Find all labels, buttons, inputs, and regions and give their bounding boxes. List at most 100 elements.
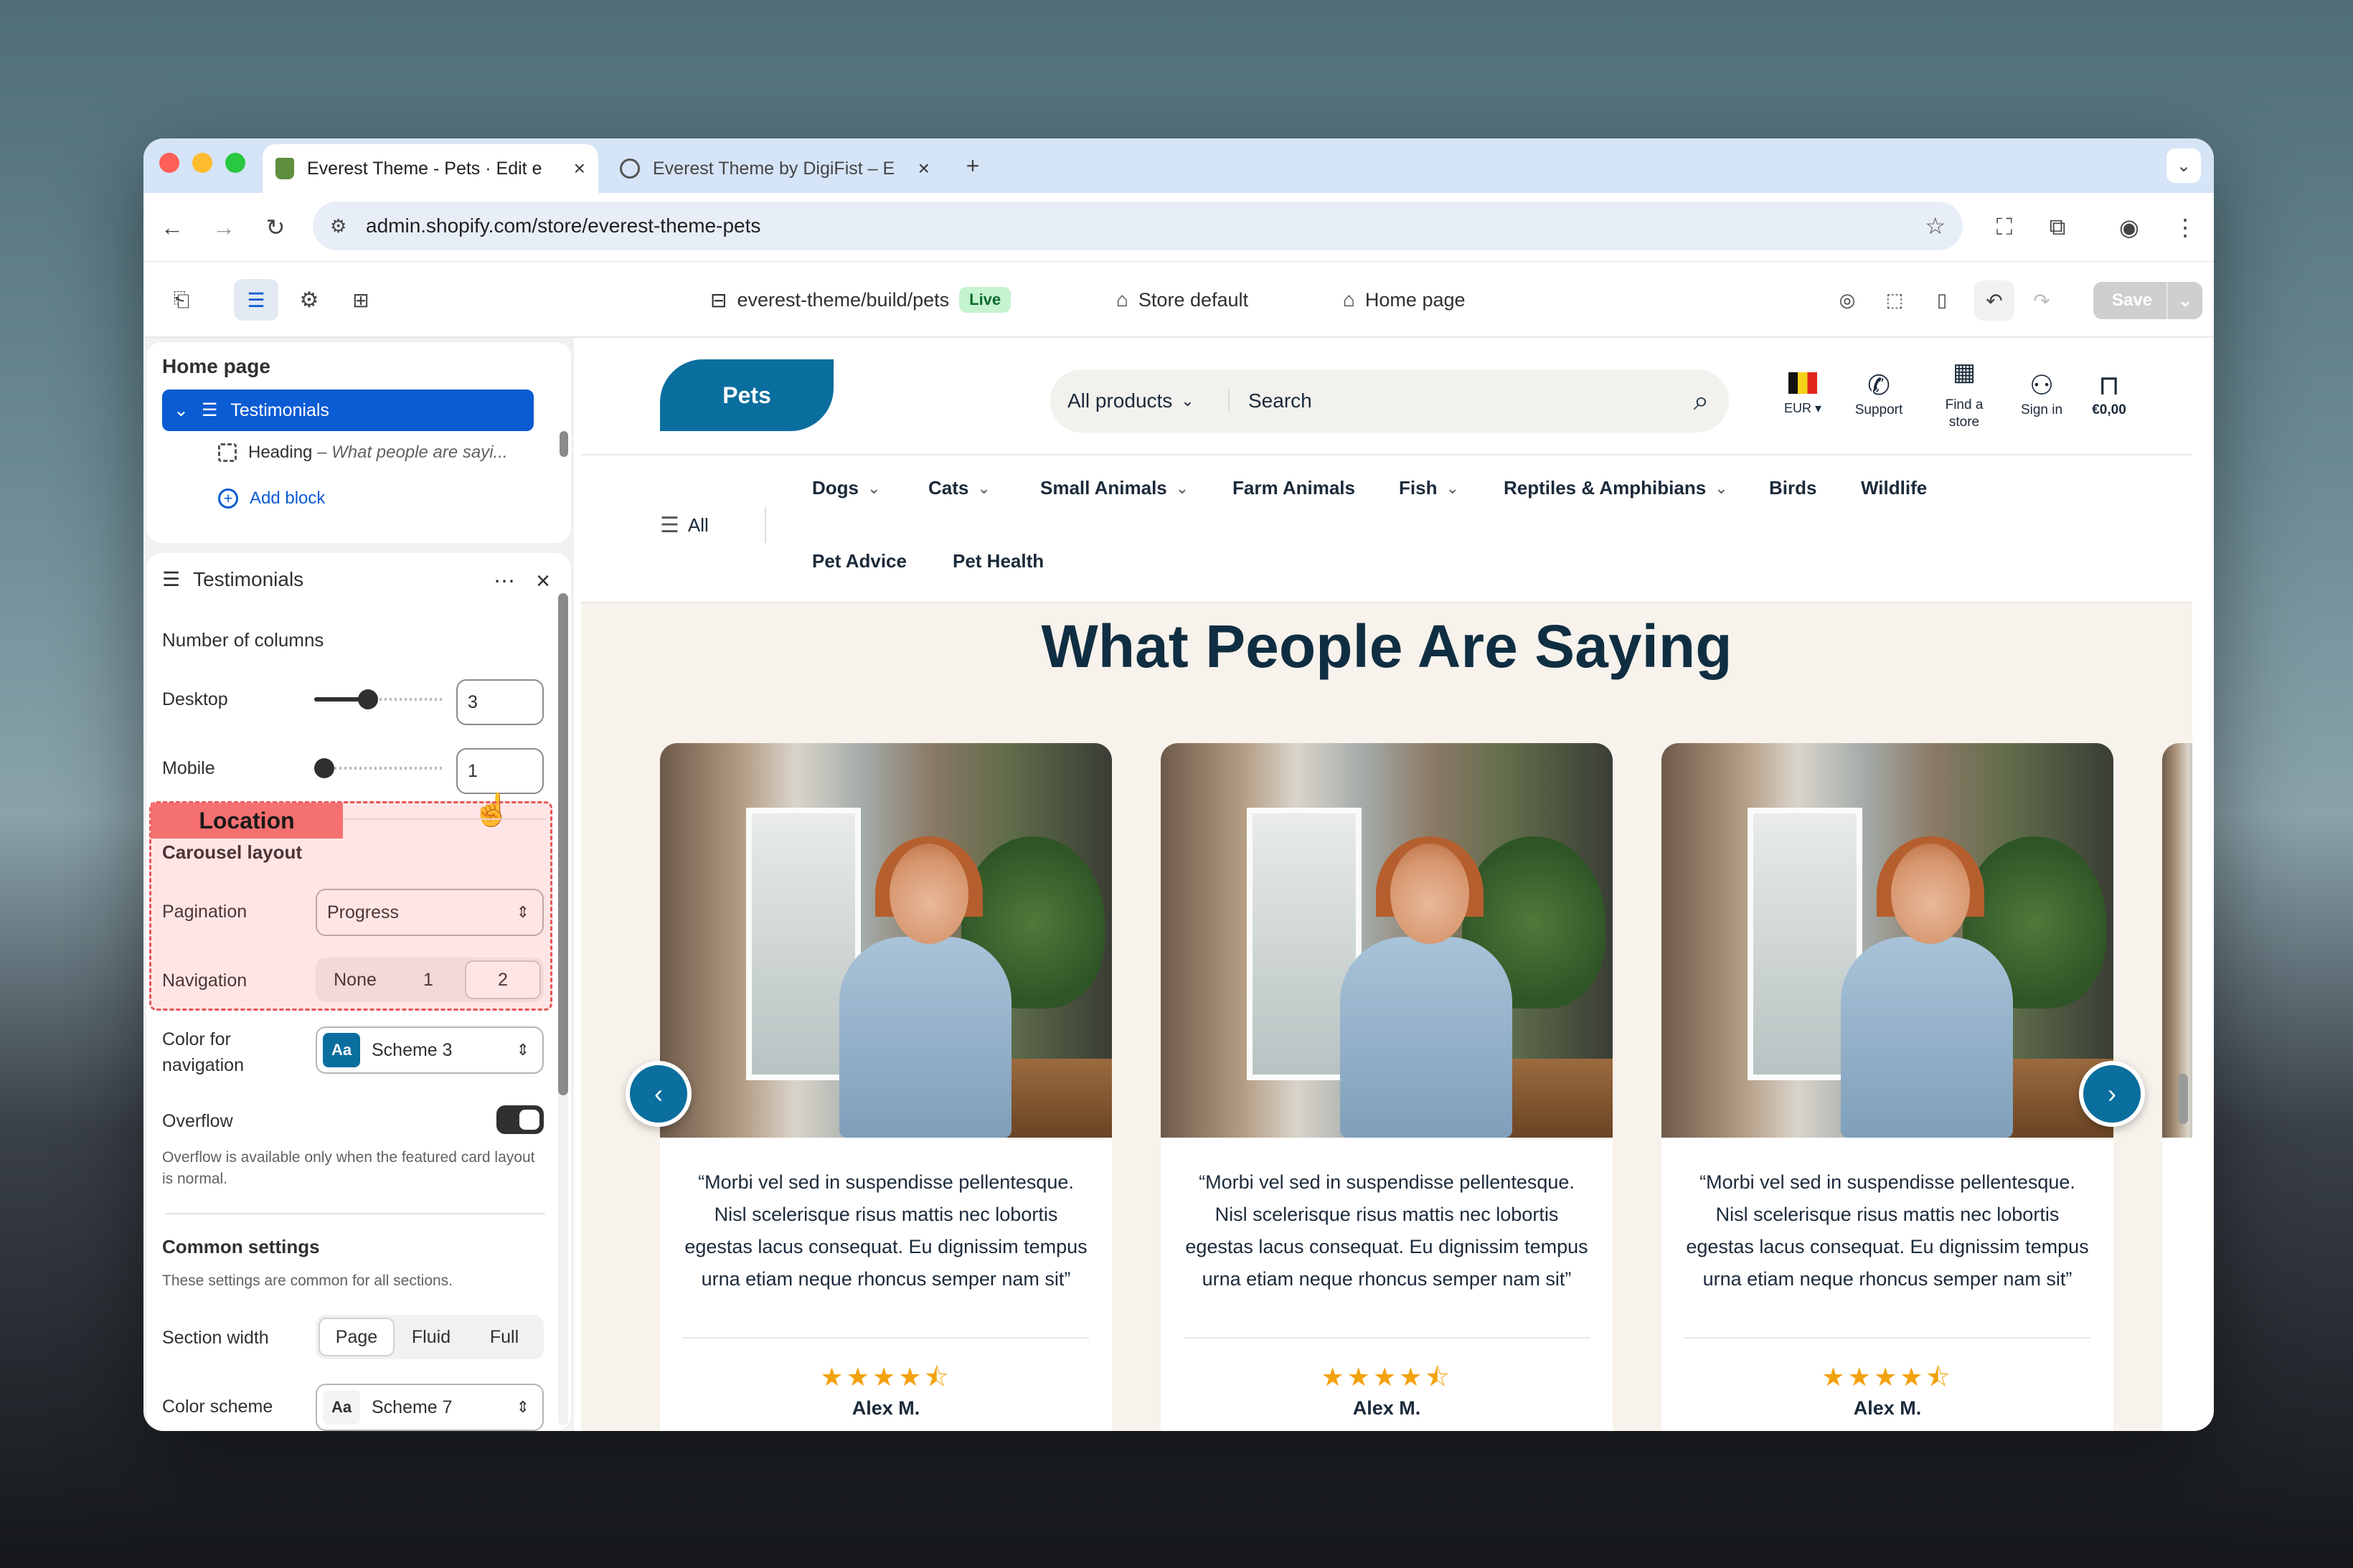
section-item-testimonials[interactable]: ⌄ ☰ Testimonials [162,389,534,431]
forward-icon[interactable]: → [204,207,244,247]
nav-wildlife[interactable]: Wildlife [1861,477,1927,499]
theme-selector[interactable]: ⊟ everest-theme/build/pets Live [710,262,1012,338]
nav-label: Pet Advice [812,550,907,572]
desktop-columns-input[interactable]: 3 [456,679,544,725]
chevron-down-icon[interactable]: ⌄ [2166,282,2202,319]
mobile-slider[interactable] [314,757,443,780]
nav-farm-animals[interactable]: Farm Animals [1232,477,1355,499]
color-nav-label: Color for navigation [162,1029,244,1075]
desktop-slider[interactable] [314,688,443,711]
search-input[interactable]: Search [1230,389,1312,412]
new-tab-icon[interactable]: + [956,148,990,183]
undo-icon[interactable]: ↶ [1974,280,2014,321]
section-width-segmented[interactable]: Page Fluid Full [316,1315,544,1359]
back-icon[interactable]: ← [152,207,192,247]
shopify-icon [275,158,294,179]
preview-scrollbar[interactable] [2178,1074,2188,1124]
screenshot-icon[interactable]: ⛶ [1984,207,2024,247]
color-scheme-label: Color scheme [162,1397,273,1417]
testimonial-author: Alex M. [1352,1397,1421,1419]
globe-icon [620,159,640,179]
section-icon: ☰ [201,400,218,420]
nav-birds[interactable]: Birds [1769,477,1816,499]
divider [683,1337,1089,1338]
nav-fish[interactable]: Fish ⌄ [1399,477,1459,499]
star-rating: ★★★★⯪ [1821,1362,1953,1392]
store-logo[interactable]: Pets [660,359,834,431]
block-item-heading[interactable]: Heading – What people are sayi... [218,443,508,463]
bookmark-star-icon[interactable]: ☆ [1925,212,1946,240]
site-settings-icon[interactable]: ⚙ [330,215,346,237]
photo-person [1841,836,2013,1138]
minimize-window-button[interactable] [192,153,212,173]
chevron-left-icon: ‹ [654,1079,663,1108]
search-bar[interactable]: All products ⌄ Search ⌕ [1050,369,1729,433]
extensions-icon[interactable]: ⧉ [2037,207,2078,247]
all-menu-button[interactable]: ☰ All [660,513,709,538]
menu-dots-icon[interactable]: ⋮ [2165,207,2205,247]
nav-small-animals[interactable]: Small Animals ⌄ [1040,477,1189,499]
close-icon[interactable]: × [525,563,561,599]
chevron-down-icon[interactable]: ⌄ [174,400,189,421]
nav-label: Birds [1769,477,1817,499]
nav-label: Dogs [812,477,859,499]
tree-scrollbar[interactable] [560,431,568,457]
add-block-button[interactable]: + Add block [218,488,325,509]
nav-label: Cats [928,477,969,499]
close-window-button[interactable] [159,153,179,173]
maximize-window-button[interactable] [225,153,245,173]
browser-tab-digifist[interactable]: Everest Theme by DigiFist – E × [607,144,943,193]
mobile-preview-icon[interactable]: ▯ [1924,282,1960,318]
page-selector[interactable]: ⌂ Home page [1343,262,1466,338]
save-label: Save [2112,291,2153,310]
chevron-down-icon: ⌄ [1175,478,1189,497]
width-option-page[interactable]: Page [319,1318,395,1356]
search-icon[interactable]: ⌕ [1694,386,1709,417]
profile-icon[interactable]: ◉ [2109,207,2149,247]
close-tab-icon[interactable]: × [574,157,585,180]
sections-icon[interactable]: ☰ [234,279,278,321]
overflow-toggle[interactable] [496,1105,544,1134]
cart-link[interactable]: ⊓ €0,00 [2080,369,2138,418]
category-label: All products [1067,389,1173,412]
color-nav-select[interactable]: Aa Scheme 3 ⇕ [316,1026,544,1074]
theme-icon: ⊟ [710,288,727,311]
category-dropdown[interactable]: All products ⌄ [1050,389,1230,412]
close-tab-icon[interactable]: × [918,157,930,180]
more-options-icon[interactable]: ⋯ [486,563,522,599]
store-default-selector[interactable]: ⌂ Store default [1116,262,1248,338]
width-option-full[interactable]: Full [468,1318,541,1356]
address-bar[interactable]: ⚙ admin.shopify.com/store/everest-theme-… [313,202,1963,250]
currency-selector[interactable]: EUR ▾ [1778,372,1828,416]
nav-dogs[interactable]: Dogs ⌄ [812,477,880,499]
browser-tab-editor[interactable]: Everest Theme - Pets · Edit e × [263,144,598,193]
nav-pet-advice[interactable]: Pet Advice [812,550,907,572]
carousel-prev-button[interactable]: ‹ [626,1061,692,1127]
save-button[interactable]: Save ⌄ [2093,282,2202,319]
testimonial-photo [1661,743,2113,1138]
width-option-fluid[interactable]: Fluid [395,1318,468,1356]
settings-scrollbar-track[interactable] [558,593,568,1425]
tab-search-icon[interactable]: ⌄ [2166,148,2201,183]
select-icon[interactable]: ⬚ [1877,282,1913,318]
inspector-icon[interactable]: ◎ [1829,282,1865,318]
find-store-link[interactable]: ▦ Find a store [1930,360,1999,431]
width-label: Section width [162,1328,269,1348]
color-scheme-select[interactable]: Aa Scheme 7 ⇕ [316,1384,544,1431]
divider [1684,1337,2090,1338]
support-link[interactable]: ✆ Support [1839,369,1918,418]
redo-icon[interactable]: ↷ [2022,280,2062,321]
exit-icon[interactable]: ⎗ [164,282,199,318]
nav-pet-health[interactable]: Pet Health [953,550,1044,572]
apps-icon[interactable]: ⊞ [343,282,379,318]
sign-in-link[interactable]: ⚇ Sign in [2007,369,2076,418]
mobile-columns-input[interactable]: 1 [456,748,544,794]
settings-gear-icon[interactable]: ⚙ [291,282,327,318]
nav-reptiles[interactable]: Reptiles & Amphibians ⌄ [1504,477,1728,499]
url-text: admin.shopify.com/store/everest-theme-pe… [366,214,761,237]
add-block-label: Add block [250,488,326,508]
carousel-next-button[interactable]: › [2079,1061,2145,1127]
nav-cats[interactable]: Cats ⌄ [928,477,991,499]
settings-scrollbar-thumb[interactable] [558,593,568,1095]
reload-icon[interactable]: ↻ [255,207,296,247]
